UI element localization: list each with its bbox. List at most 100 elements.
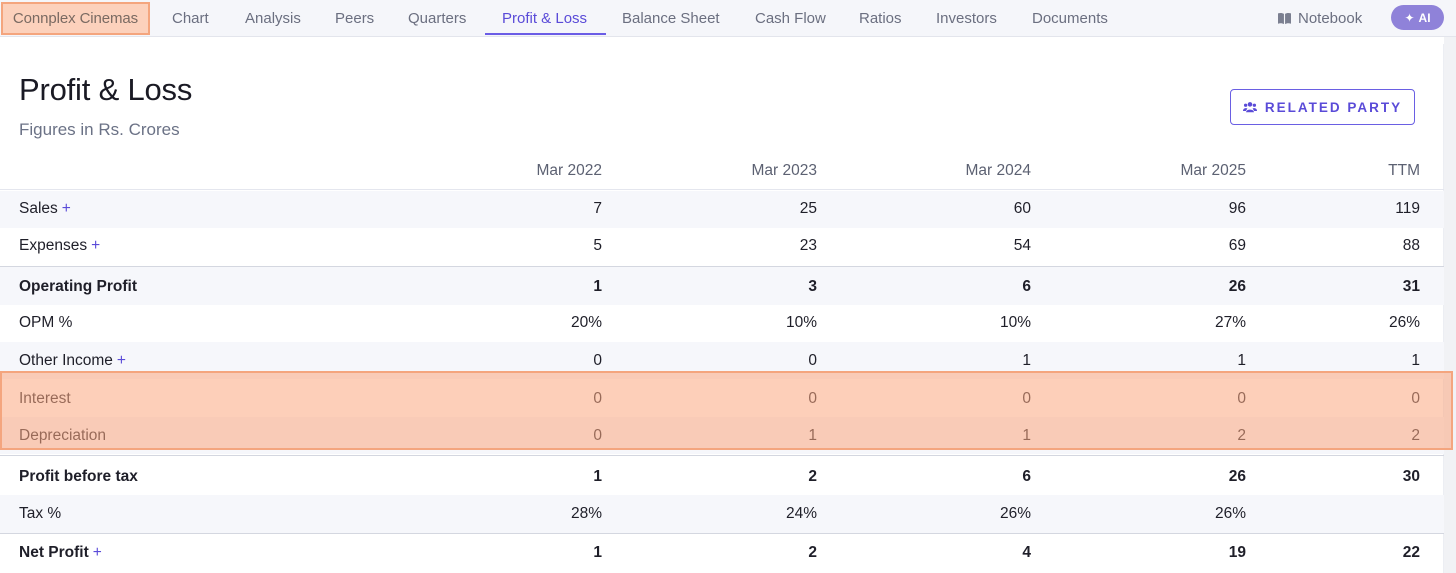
page-title: Profit & Loss — [19, 72, 193, 107]
notebook-label: Notebook — [1298, 9, 1363, 27]
table-cell: 0 — [593, 352, 602, 369]
tab-quarters[interactable]: Quarters — [408, 0, 466, 36]
related-party-button[interactable]: RELATED PARTY — [1230, 89, 1415, 125]
table-cell: 26% — [999, 505, 1031, 522]
table-cell: 26% — [1214, 505, 1246, 522]
table-cell: 26 — [1228, 468, 1246, 485]
table-cell: 0 — [1411, 390, 1420, 407]
table-cell: 88 — [1402, 237, 1420, 254]
tab-profit-loss[interactable]: Profit & Loss — [502, 0, 587, 36]
row-label-operating-profit: Operating Profit — [19, 278, 137, 295]
table-cell: 54 — [1013, 237, 1031, 254]
row-label-tax: Tax % — [19, 505, 62, 522]
row-label-expenses[interactable]: Expenses + — [19, 237, 100, 255]
table-cell: 26 — [1228, 278, 1246, 295]
tab-analysis[interactable]: Analysis — [245, 0, 301, 36]
table-cell: 6 — [1022, 468, 1031, 485]
table-cell: 2 — [1237, 427, 1246, 444]
row-label-profit-before-tax: Profit before tax — [19, 468, 138, 485]
table-cell: 24% — [785, 505, 817, 522]
table-cell: 2 — [808, 468, 817, 485]
table-cell: 2 — [1411, 427, 1420, 444]
table-cell: 1 — [593, 544, 602, 561]
table-cell: 119 — [1395, 200, 1420, 217]
table-cell: 0 — [593, 390, 602, 407]
plus-icon[interactable]: + — [91, 237, 100, 254]
table-row-net-profit: Net Profit + 1 2 4 19 22 — [0, 533, 1444, 573]
column-header: Mar 2025 — [1180, 162, 1246, 179]
table-cell: 0 — [808, 352, 817, 369]
tab-chart[interactable]: Chart — [172, 0, 209, 36]
table-cell: 69 — [1228, 237, 1246, 254]
active-tab-indicator — [485, 33, 606, 35]
row-label-depreciation: Depreciation — [19, 427, 107, 444]
table-cell: 3 — [808, 278, 817, 295]
table-cell: 19 — [1228, 544, 1246, 561]
table-cell: 1 — [1022, 352, 1031, 369]
table-cell: 30 — [1402, 468, 1420, 485]
table-cell: 22 — [1402, 544, 1420, 561]
tab-peers[interactable]: Peers — [335, 0, 374, 36]
table-cell: 0 — [1237, 390, 1246, 407]
table-cell: 5 — [593, 237, 602, 254]
table-cell: 28% — [570, 505, 602, 522]
plus-icon[interactable]: + — [117, 352, 126, 369]
tab-cash-flow[interactable]: Cash Flow — [755, 0, 826, 36]
column-header: Mar 2024 — [965, 162, 1031, 179]
table-cell: 27% — [1214, 314, 1246, 331]
column-header: Mar 2023 — [751, 162, 817, 179]
top-navigation: Connplex Cinemas Chart Analysis Peers Qu… — [0, 0, 1456, 37]
plus-icon[interactable]: + — [93, 544, 102, 561]
table-cell: 0 — [593, 427, 602, 444]
table-cell: 4 — [1022, 544, 1031, 561]
table-cell: 1 — [1411, 352, 1420, 369]
users-icon — [1242, 102, 1257, 113]
table-cell: 20% — [570, 314, 602, 331]
table-cell: 26% — [1388, 314, 1420, 331]
table-cell: 96 — [1228, 200, 1246, 217]
table-cell: 2 — [808, 544, 817, 561]
table-row-interest: Interest 0 0 0 0 0 — [0, 379, 1444, 416]
row-label-interest: Interest — [19, 390, 71, 407]
company-name-link[interactable]: Connplex Cinemas — [1, 2, 150, 35]
table-row-depreciation: Depreciation 0 1 1 2 2 — [0, 417, 1444, 454]
table-cell: 7 — [593, 200, 602, 217]
notebook-button[interactable]: Notebook — [1277, 0, 1362, 36]
table-row-other-income: Other Income + 0 0 1 1 1 — [0, 342, 1444, 379]
tab-ratios[interactable]: Ratios — [859, 0, 902, 36]
row-label-opm: OPM % — [19, 314, 73, 331]
table-cell: 1 — [593, 278, 602, 295]
tab-documents[interactable]: Documents — [1032, 0, 1108, 36]
table-cell: 1 — [1237, 352, 1246, 369]
row-label-net-profit[interactable]: Net Profit + — [19, 544, 102, 562]
scrollbar[interactable] — [1444, 37, 1456, 573]
table-cell: 10% — [999, 314, 1031, 331]
table-cell: 1 — [1022, 427, 1031, 444]
related-party-label: RELATED PARTY — [1264, 99, 1403, 115]
tab-investors[interactable]: Investors — [936, 0, 997, 36]
table-row-opm: OPM % 20% 10% 10% 27% 26% — [0, 305, 1444, 342]
book-icon — [1278, 12, 1291, 24]
table-cell: 0 — [1022, 390, 1031, 407]
ai-button[interactable]: ✦ AI — [1391, 5, 1444, 30]
table-cell: 1 — [808, 427, 817, 444]
table-cell: 1 — [593, 468, 602, 485]
table-row-operating-profit: Operating Profit 1 3 6 26 31 — [0, 266, 1444, 305]
row-label-other-income[interactable]: Other Income + — [19, 352, 126, 370]
column-header: TTM — [1388, 162, 1420, 179]
table-cell: 23 — [799, 237, 817, 254]
table-row-tax: Tax % 28% 24% 26% 26% — [0, 495, 1444, 533]
table-row-sales: Sales + 7 25 60 96 119 — [0, 191, 1444, 228]
row-label-sales[interactable]: Sales + — [19, 200, 71, 218]
table-header: Mar 2022 Mar 2023 Mar 2024 Mar 2025 TTM — [0, 152, 1444, 190]
table-cell: 10% — [785, 314, 817, 331]
page-subtitle: Figures in Rs. Crores — [19, 120, 180, 139]
plus-icon[interactable]: + — [62, 200, 71, 217]
table-row-profit-before-tax: Profit before tax 1 2 6 26 30 — [0, 455, 1444, 495]
table-cell: 0 — [808, 390, 817, 407]
table-cell: 60 — [1013, 200, 1031, 217]
tab-balance-sheet[interactable]: Balance Sheet — [622, 0, 720, 36]
sparkle-icon: ✦ — [1404, 10, 1415, 25]
table-cell: 25 — [799, 200, 817, 217]
table-row-expenses: Expenses + 5 23 54 69 88 — [0, 228, 1444, 265]
